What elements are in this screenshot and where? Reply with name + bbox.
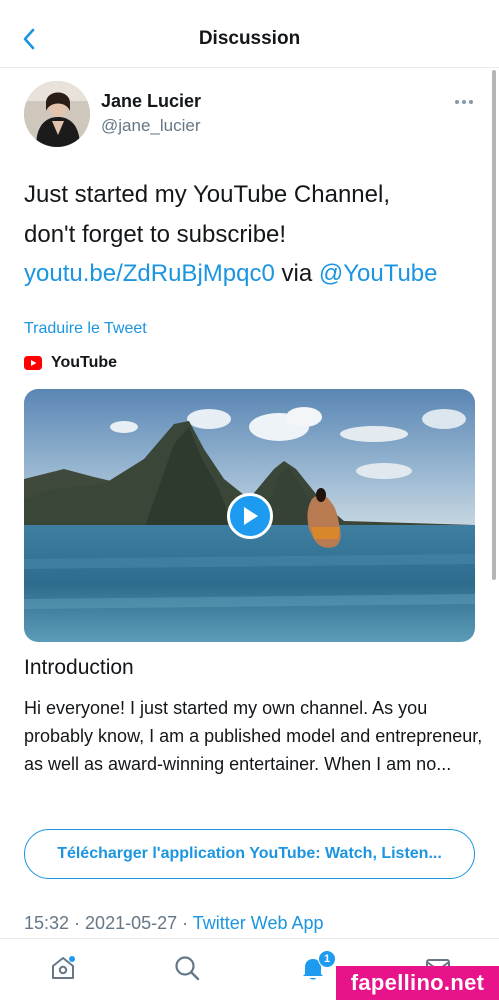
tweet-line: don't forget to subscribe! <box>24 220 287 248</box>
mention-link[interactable]: @YouTube <box>319 260 438 287</box>
tweet-line: youtu.be/ZdRuBjMpqc0 via @YouTube <box>24 254 484 294</box>
author-handle[interactable]: @jane_lucier <box>101 116 200 136</box>
avatar[interactable] <box>24 81 90 147</box>
translate-tweet-link[interactable]: Traduire le Tweet <box>24 320 147 338</box>
header: Discussion <box>0 0 499 68</box>
tweet-date: 2021-05-27 <box>85 913 178 933</box>
meta-separator: · <box>177 913 193 933</box>
watermark: fapellino.net <box>336 966 499 1000</box>
card-title[interactable]: Introduction <box>24 656 134 680</box>
more-options-button[interactable] <box>450 92 478 112</box>
scrollbar[interactable] <box>492 70 496 580</box>
author-name[interactable]: Jane Lucier <box>101 91 201 112</box>
home-icon <box>52 956 75 979</box>
download-app-button[interactable]: Télécharger l'application YouTube: Watch… <box>24 829 475 879</box>
card-source: YouTube <box>24 354 117 372</box>
play-icon <box>244 507 258 525</box>
card-description: Hi everyone! I just started my own chann… <box>24 698 483 774</box>
play-button[interactable] <box>227 493 273 539</box>
tweet-line: Just started my YouTube Channel, <box>24 181 390 208</box>
video-thumbnail[interactable] <box>24 389 475 642</box>
meta-separator: · <box>69 913 86 933</box>
tweet-source[interactable]: Twitter Web App <box>193 913 324 933</box>
search-icon <box>175 956 200 981</box>
tab-search[interactable] <box>172 953 202 983</box>
tweet-metadata: 15:32 · 2021-05-27 · Twitter Web App <box>24 913 324 934</box>
notification-badge: 1 <box>318 950 336 968</box>
tweet-time: 15:32 <box>24 913 70 933</box>
page-title: Discussion <box>198 28 301 49</box>
more-icon <box>455 100 473 104</box>
tab-home[interactable] <box>48 953 78 983</box>
card-source-name: YouTube <box>51 354 118 371</box>
youtube-icon <box>24 356 42 370</box>
tweet-link[interactable]: youtu.be/ZdRuBjMpqc0 <box>24 260 275 287</box>
tweet-text: Just started my YouTube Channel, don't f… <box>24 175 484 294</box>
via-text: via <box>274 260 319 287</box>
